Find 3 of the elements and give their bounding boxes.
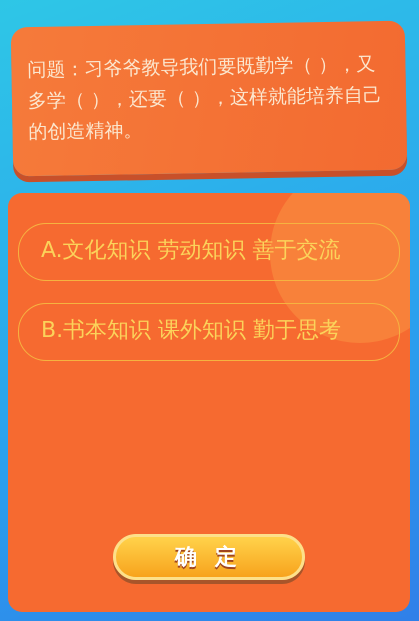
question-text: 问题：习爷爷教导我们要既勤学（ ），又多学（ ），还要（ ），这样就能培养自己的创造精神。: [27, 52, 384, 146]
answer-option[interactable]: B.书本知识 课外知识 勤于思考: [18, 303, 400, 361]
answer-option[interactable]: A.文化知识 劳动知识 善于交流: [18, 223, 400, 281]
